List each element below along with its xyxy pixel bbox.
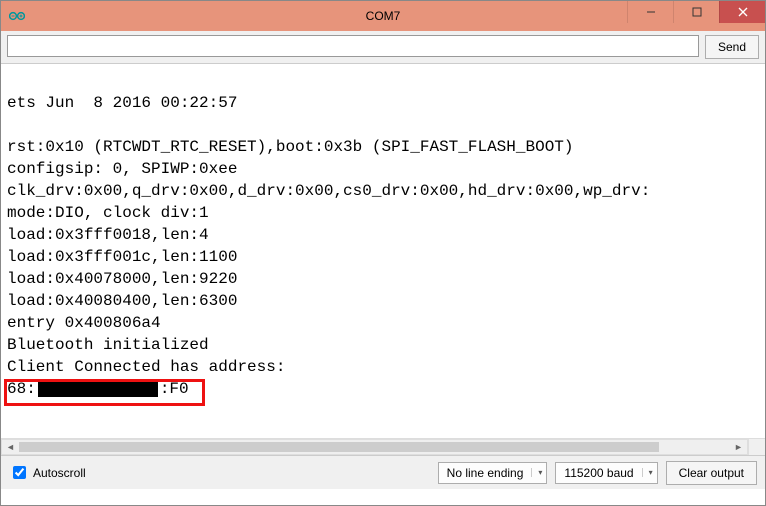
minimize-button[interactable] xyxy=(627,1,673,23)
bottom-bar: Autoscroll No line ending ▾ 115200 baud … xyxy=(1,455,765,489)
baud-select[interactable]: 115200 baud ▾ xyxy=(555,462,657,484)
output-line: mode:DIO, clock div:1 xyxy=(7,204,209,222)
output-line: load:0x40078000,len:9220 xyxy=(7,270,237,288)
window-controls xyxy=(627,1,765,23)
chevron-down-icon: ▾ xyxy=(642,468,653,477)
line-ending-value: No line ending xyxy=(447,466,524,480)
title-bar: COM7 xyxy=(1,1,765,31)
output-line: configsip: 0, SPIWP:0xee xyxy=(7,160,237,178)
send-button[interactable]: Send xyxy=(705,35,759,59)
scroll-thumb[interactable] xyxy=(19,442,659,452)
arduino-icon xyxy=(9,8,25,24)
scrollbar-row: ◄ ► xyxy=(1,438,765,455)
close-button[interactable] xyxy=(719,1,765,23)
autoscroll-checkbox[interactable]: Autoscroll xyxy=(9,463,86,482)
input-row: Send xyxy=(1,31,765,64)
chevron-down-icon: ▾ xyxy=(531,468,542,477)
autoscroll-input[interactable] xyxy=(13,466,26,479)
addr-prefix: 68: xyxy=(7,380,36,398)
output-line: ets Jun 8 2016 00:22:57 xyxy=(7,94,237,112)
output-line: rst:0x10 (RTCWDT_RTC_RESET),boot:0x3b (S… xyxy=(7,138,574,156)
horizontal-scrollbar[interactable]: ◄ ► xyxy=(1,439,748,455)
addr-suffix: :F0 xyxy=(160,380,189,398)
output-line: load:0x3fff001c,len:1100 xyxy=(7,248,237,266)
output-line: Client Connected has address: xyxy=(7,358,285,376)
scroll-right-icon[interactable]: ► xyxy=(730,440,747,454)
line-ending-select[interactable]: No line ending ▾ xyxy=(438,462,548,484)
autoscroll-label: Autoscroll xyxy=(33,466,86,480)
redacted-block xyxy=(38,381,158,397)
output-line: 68: :F0 xyxy=(7,380,189,398)
output-line: entry 0x400806a4 xyxy=(7,314,161,332)
output-line: load:0x3fff0018,len:4 xyxy=(7,226,209,244)
baud-value: 115200 baud xyxy=(564,466,633,480)
output-line: load:0x40080400,len:6300 xyxy=(7,292,237,310)
terminal-output: ets Jun 8 2016 00:22:57 rst:0x10 (RTCWDT… xyxy=(1,64,765,438)
maximize-button[interactable] xyxy=(673,1,719,23)
output-line: clk_drv:0x00,q_drv:0x00,d_drv:0x00,cs0_d… xyxy=(7,182,650,200)
scroll-left-icon[interactable]: ◄ xyxy=(2,440,19,454)
output-line: Bluetooth initialized xyxy=(7,336,209,354)
scroll-corner xyxy=(748,439,765,455)
serial-input[interactable] xyxy=(7,35,699,57)
clear-output-button[interactable]: Clear output xyxy=(666,461,757,485)
